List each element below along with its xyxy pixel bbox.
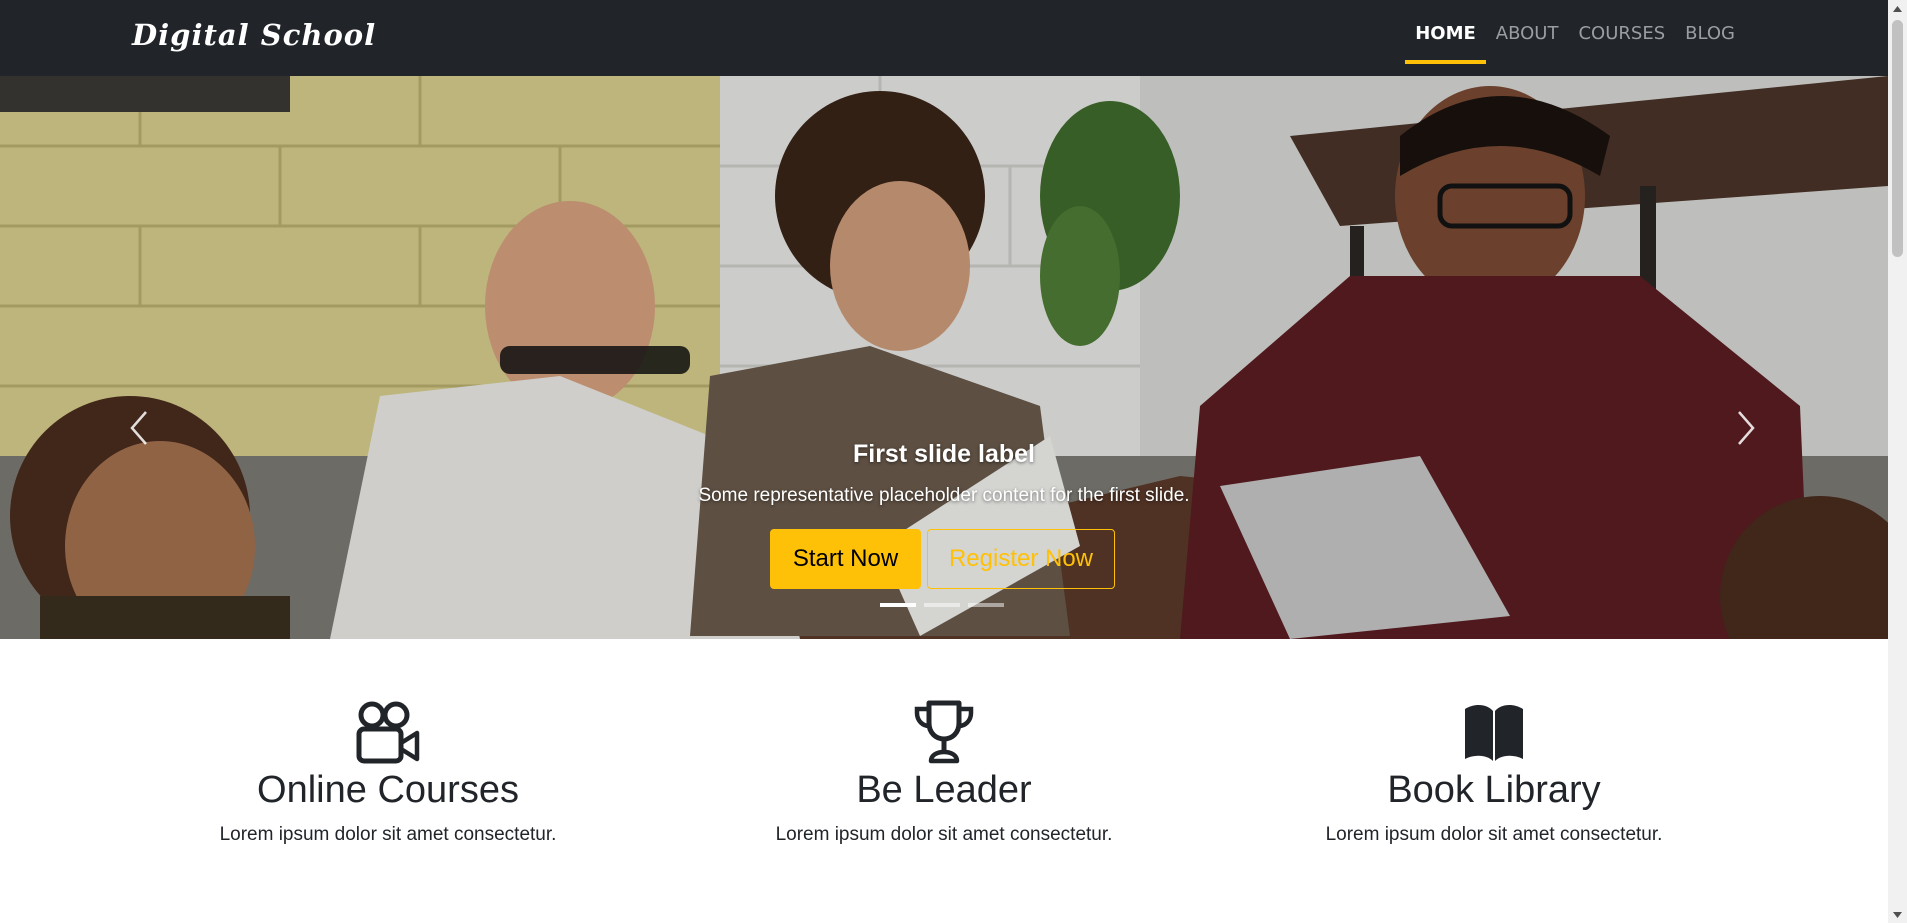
hero-buttons: Start Now Register Now [770,529,1115,589]
scroll-down-button[interactable] [1888,906,1907,923]
scrollbar-thumb[interactable] [1892,20,1903,257]
carousel-indicator-3[interactable] [968,603,1004,607]
hero-carousel: First slide label Some representative pl… [0,76,1888,639]
book-icon [1244,699,1744,765]
page-scrollbar[interactable] [1888,0,1907,923]
slide-text: Some representative placeholder content … [698,485,1190,506]
nav-link-blog[interactable]: BLOG [1675,0,1745,64]
carousel-caption: First slide label Some representative pl… [0,440,1888,507]
caret-up-icon [1893,5,1902,12]
navbar: Digital School HOME ABOUT COURSES BLOG [0,0,1888,76]
features-section: Online Courses Lorem ipsum dolor sit ame… [0,639,1888,923]
feature-text: Lorem ipsum dolor sit amet consectetur. [775,824,1113,845]
nav-link-home[interactable]: HOME [1405,0,1486,64]
nav-link-courses[interactable]: COURSES [1568,0,1675,64]
feature-title: Book Library [1387,769,1601,811]
nav-links: HOME ABOUT COURSES BLOG [1405,0,1745,76]
caret-down-icon [1893,911,1902,918]
video-camera-icon [138,699,638,765]
brand-logo[interactable]: Digital School [132,18,376,52]
carousel-indicator-1[interactable] [880,603,916,607]
nav-link-about[interactable]: ABOUT [1486,0,1569,64]
carousel-indicator-2[interactable] [924,603,960,607]
feature-book-library: Book Library Lorem ipsum dolor sit amet … [1244,699,1744,846]
slide-title: First slide label [852,440,1035,468]
feature-online-courses: Online Courses Lorem ipsum dolor sit ame… [138,699,638,846]
trophy-icon [694,699,1194,765]
feature-be-leader: Be Leader Lorem ipsum dolor sit amet con… [694,699,1194,846]
scroll-up-button[interactable] [1888,0,1907,17]
feature-title: Online Courses [257,769,519,811]
feature-text: Lorem ipsum dolor sit amet consectetur. [219,824,557,845]
register-now-button[interactable]: Register Now [927,529,1115,589]
carousel-indicators [880,603,1004,607]
feature-title: Be Leader [856,769,1032,811]
feature-text: Lorem ipsum dolor sit amet consectetur. [1325,824,1663,845]
start-now-button[interactable]: Start Now [770,529,921,589]
